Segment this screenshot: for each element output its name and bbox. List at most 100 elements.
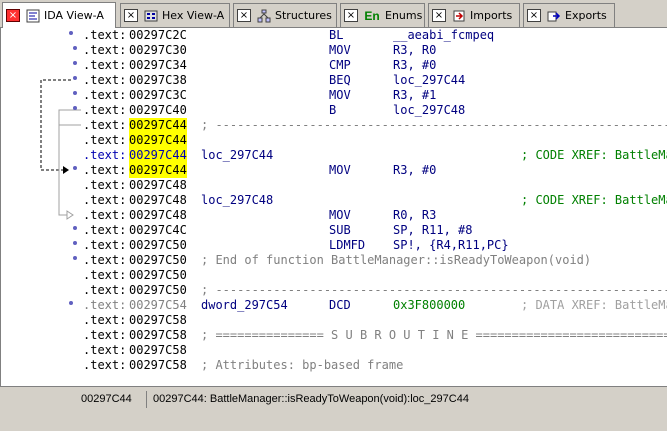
close-tab-button[interactable]: × — [527, 9, 541, 22]
disasm-line[interactable]: .text: 00297C38 BEQ loc_297C44 — [83, 73, 667, 88]
operand[interactable]: SP, R11, #8 — [393, 223, 472, 238]
xref-comment[interactable]: ; DATA XREF: BattleManager::isReadyToWea… — [521, 298, 667, 313]
operand[interactable]: loc_297C48 — [393, 103, 465, 118]
disasm-line[interactable]: .text: 00297C58 — [83, 313, 667, 328]
segment-prefix: .text: — [83, 163, 127, 177]
line-bullet — [73, 46, 77, 50]
address[interactable]: 00297C48 — [129, 193, 187, 208]
address[interactable]: 00297C48 — [129, 178, 187, 193]
segment-prefix: .text: — [83, 328, 127, 342]
operand[interactable]: __aeabi_fcmpeq — [393, 28, 494, 43]
disasm-line[interactable]: .text: 00297C3C MOV R3, #1 — [83, 88, 667, 103]
address[interactable]: 00297C48 — [129, 208, 187, 223]
segment-prefix: .text: — [83, 253, 127, 267]
disasm-line[interactable]: .text: 00297C50 ; End of function BattleMa… — [83, 253, 667, 268]
operand[interactable]: R3, R0 — [393, 43, 436, 58]
mnemonic: MOV — [329, 43, 351, 57]
code-label[interactable]: dword_297C54 — [201, 298, 288, 313]
arrow-head-b — [66, 210, 74, 220]
disassembly-lines[interactable]: .text: 00297C2C BL __aeabi_fcmpeq .text: 0029… — [83, 28, 667, 386]
operand[interactable]: SP!, {R4,R11,PC} — [393, 238, 509, 253]
address[interactable]: 00297C58 — [129, 343, 187, 358]
address[interactable]: 00297C50 — [129, 253, 187, 268]
address[interactable]: 00297C30 — [129, 43, 187, 58]
address[interactable]: 00297C58 — [129, 328, 187, 343]
status-location: 00297C44: BattleManager::isReadyToWeapon… — [153, 393, 469, 405]
disassembly-view[interactable]: .text: 00297C2C BL __aeabi_fcmpeq .text: 0029… — [0, 28, 667, 386]
disasm-line[interactable]: .text: 00297C58 ; Attributes: bp-based fra… — [83, 358, 667, 373]
disasm-line[interactable]: .text: 00297C4C SUB SP, R11, #8 — [83, 223, 667, 238]
xref-comment[interactable]: ; CODE XREF: BattleManager::isReadyToWea… — [521, 148, 667, 163]
address[interactable]: 00297C34 — [129, 58, 187, 73]
address[interactable]: 00297C44 — [129, 133, 187, 148]
code-label[interactable]: loc_297C44 — [201, 148, 273, 163]
disasm-line[interactable]: .text: 00297C2C BL __aeabi_fcmpeq — [83, 28, 667, 43]
address[interactable]: 00297C50 — [129, 238, 187, 253]
address[interactable]: 00297C54 — [129, 298, 187, 313]
segment-prefix: .text: — [83, 178, 127, 192]
exports-icon — [546, 8, 561, 23]
address[interactable]: 00297C4C — [129, 223, 187, 238]
address[interactable]: 00297C44 — [129, 118, 187, 133]
operand[interactable]: R3, #0 — [393, 163, 436, 178]
close-tab-button[interactable]: × — [432, 9, 446, 22]
address[interactable]: 00297C50 — [129, 283, 187, 298]
disasm-line[interactable]: .text: 00297C44 — [83, 133, 667, 148]
tab-ida-view-a[interactable]: × IDA View-A — [2, 2, 116, 28]
disasm-line[interactable]: .text: 00297C44 MOV R3, #0 — [83, 163, 667, 178]
tab-exports[interactable]: × Exports — [523, 3, 615, 27]
disasm-line[interactable]: .text: 00297C58 ; =============== S U B R … — [83, 328, 667, 343]
address[interactable]: 00297C50 — [129, 268, 187, 283]
tab-imports[interactable]: × Imports — [428, 3, 520, 27]
operand[interactable]: loc_297C44 — [393, 73, 465, 88]
close-tab-button[interactable]: × — [124, 9, 138, 22]
disasm-line[interactable]: .text: 00297C40 Bloc_297C48 — [83, 103, 667, 118]
tab-structures[interactable]: × Structures — [233, 3, 337, 27]
mnemonic: B — [329, 103, 337, 117]
address[interactable]: 00297C58 — [129, 358, 187, 373]
mnemonic: MOV — [329, 163, 351, 177]
mnemonic: BL — [329, 28, 344, 42]
disasm-line[interactable]: .text: 00297C58 — [83, 343, 667, 358]
tab-hex-view-a[interactable]: × Hex View-A — [120, 3, 230, 27]
close-tab-button[interactable]: × — [237, 9, 251, 22]
address[interactable]: 00297C40 — [129, 103, 187, 118]
disasm-line[interactable]: .text: 00297C44 ; ------------------------… — [83, 118, 667, 133]
tab-enums[interactable]: × En Enums — [340, 3, 425, 27]
segment-prefix: .text: — [83, 28, 127, 42]
close-tab-button[interactable]: × — [6, 9, 20, 22]
xref-comment[interactable]: ; CODE XREF: BattleManager::isReadyToWea… — [521, 193, 667, 208]
disasm-line[interactable]: .text: 00297C44 loc_297C44 ; CODE XREF: Bat… — [83, 148, 667, 163]
address[interactable]: 00297C44 — [129, 148, 187, 163]
line-bullet — [73, 106, 77, 110]
disasm-line[interactable]: .text: 00297C34 CMP R3, #0 — [83, 58, 667, 73]
disasm-line[interactable]: .text: 00297C48 loc_297C48 ; CODE XREF: Bat… — [83, 193, 667, 208]
close-tab-button[interactable]: × — [344, 9, 358, 22]
disasm-line[interactable]: .text: 00297C48 MOV R0, R3 — [83, 208, 667, 223]
operand[interactable]: R3, #1 — [393, 88, 436, 103]
disasm-line[interactable]: .text: 00297C50 — [83, 268, 667, 283]
address[interactable]: 00297C38 — [129, 73, 187, 88]
address[interactable]: 00297C58 — [129, 313, 187, 328]
segment-prefix: .text: — [83, 103, 127, 117]
comment: ; =============== S U B R O U T I N E ==… — [201, 328, 667, 342]
tab-label: Enums — [385, 9, 423, 22]
operand[interactable]: 0x3F800000 — [393, 298, 465, 313]
line-bullet — [73, 226, 77, 230]
disasm-line[interactable]: .text: 00297C50 LDMFD SP!, {R4,R11,PC} — [83, 238, 667, 253]
segment-prefix: .text: — [83, 283, 127, 297]
mnemonic: BEQ — [329, 73, 351, 87]
disasm-line[interactable]: .text: 00297C30 MOV R3, R0 — [83, 43, 667, 58]
address[interactable]: 00297C44 — [129, 163, 187, 178]
operand[interactable]: R0, R3 — [393, 208, 436, 223]
address[interactable]: 00297C2C — [129, 28, 187, 43]
disasm-line[interactable]: .text: 00297C50 ; ------------------------… — [83, 283, 667, 298]
operand[interactable]: R3, #0 — [393, 58, 436, 73]
line-bullet — [73, 91, 77, 95]
disasm-line[interactable]: .text: 00297C48 — [83, 178, 667, 193]
address[interactable]: 00297C3C — [129, 88, 187, 103]
code-label[interactable]: loc_297C48 — [201, 193, 273, 208]
disasm-line[interactable]: .text: 00297C54 dword_297C54 DCD 0x3F800000;… — [83, 298, 667, 313]
segment-prefix: .text: — [83, 148, 127, 162]
tab-label: Structures — [275, 9, 332, 22]
